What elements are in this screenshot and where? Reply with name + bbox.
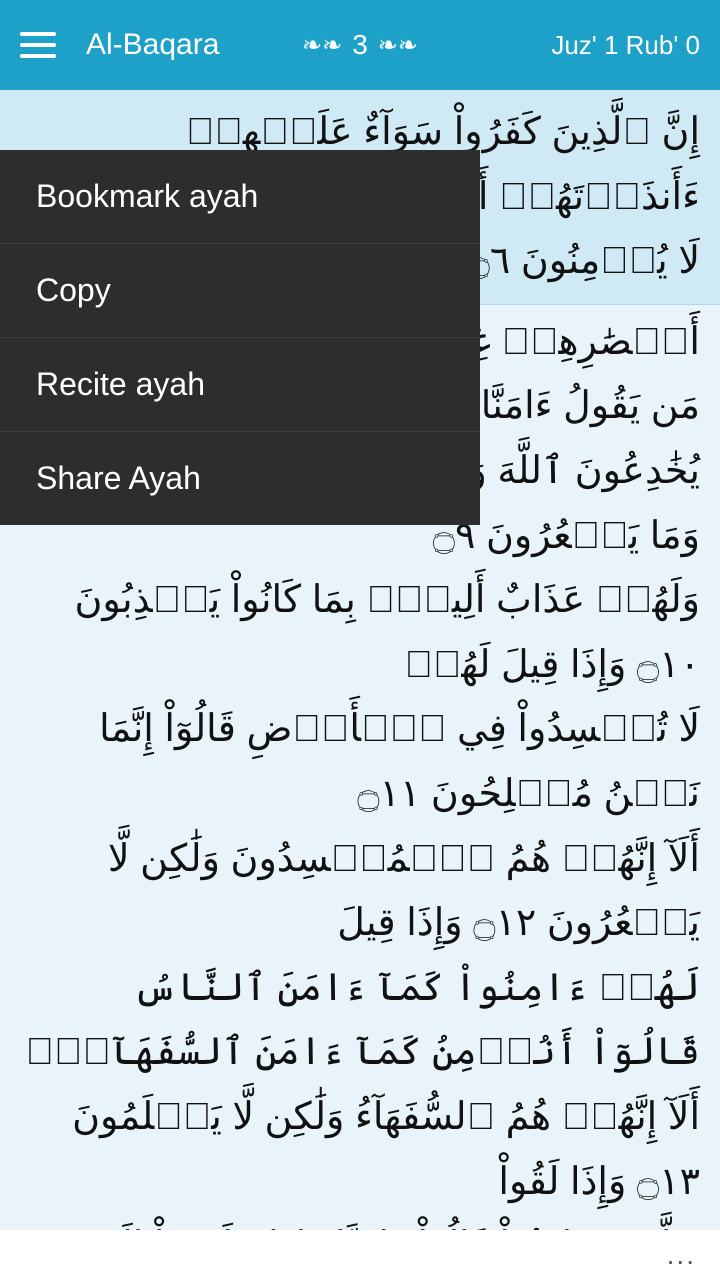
hamburger-menu[interactable] xyxy=(20,32,56,58)
ayah-marker: ❧❧ 3 ❧❧ xyxy=(302,29,418,61)
ayah-number: 3 xyxy=(352,29,368,61)
copy-menu-item[interactable]: Copy xyxy=(0,244,480,338)
context-menu: Bookmark ayah Copy Recite ayah Share Aya… xyxy=(0,150,480,525)
marker-decoration-right: ❧❧ xyxy=(378,31,418,60)
app-header: Al-Baqara ❧❧ 3 ❧❧ Juz' 1 Rub' 0 xyxy=(0,0,720,90)
bookmark-ayah-menu-item[interactable]: Bookmark ayah xyxy=(0,150,480,244)
surah-title: Al-Baqara xyxy=(86,28,219,62)
quran-content-area: إِنَّ ٱلَّذِينَ كَفَرُواْ سَوَآءٌ عَلَيۡ… xyxy=(0,90,720,1280)
marker-decoration-left: ❧❧ xyxy=(302,31,342,60)
juz-info: Juz' 1 Rub' 0 xyxy=(551,30,700,61)
share-ayah-menu-item[interactable]: Share Ayah xyxy=(0,432,480,525)
recite-ayah-menu-item[interactable]: Recite ayah xyxy=(0,338,480,432)
context-menu-overlay: Bookmark ayah Copy Recite ayah Share Aya… xyxy=(0,90,720,1280)
